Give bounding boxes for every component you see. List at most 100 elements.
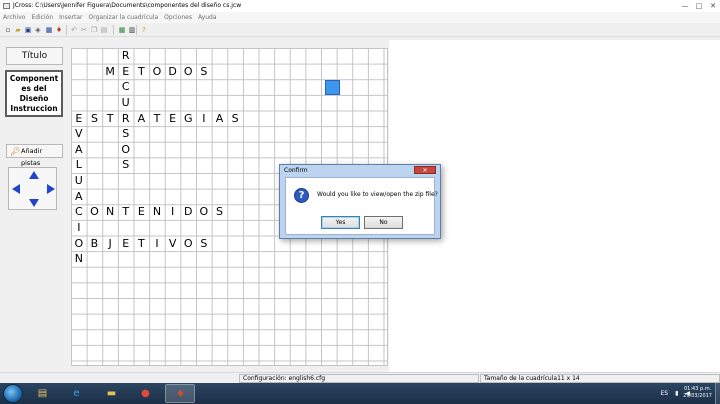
- grid-letter[interactable]: C: [71, 204, 87, 220]
- hot-potatoes-icon[interactable]: ♦: [55, 26, 63, 34]
- export-html-icon[interactable]: ◈: [34, 26, 42, 34]
- grid-letter[interactable]: N: [102, 204, 118, 220]
- grid-letter[interactable]: T: [149, 111, 165, 127]
- menu-ayuda[interactable]: Ayuda: [198, 12, 217, 23]
- export-web-icon[interactable]: ▦: [45, 26, 53, 34]
- close-button[interactable]: ✕: [706, 0, 720, 12]
- grid-letter[interactable]: S: [118, 126, 134, 142]
- maximize-button[interactable]: □: [692, 0, 706, 12]
- menu-organizar[interactable]: Organizar la cuadrícula: [89, 12, 159, 23]
- copy-icon[interactable]: ❐: [90, 26, 98, 34]
- menu-edicion[interactable]: Edición: [31, 12, 53, 23]
- grid-letter[interactable]: A: [71, 142, 87, 158]
- grid-letter[interactable]: L: [71, 157, 87, 173]
- grid-letter[interactable]: E: [134, 204, 150, 220]
- title-bar[interactable]: JCross: C:\Users\Jennifer Figuera\Docume…: [0, 0, 720, 12]
- arrow-down-icon[interactable]: [29, 199, 39, 207]
- start-button[interactable]: [3, 384, 23, 403]
- dialog-close-button[interactable]: ✕: [414, 166, 436, 174]
- paste-icon[interactable]: ▤: [100, 26, 108, 34]
- grid-letter[interactable]: I: [149, 236, 165, 252]
- grid-letter[interactable]: T: [102, 111, 118, 127]
- arrow-left-icon[interactable]: [12, 184, 20, 194]
- grid-letter[interactable]: U: [118, 95, 134, 111]
- grid-maker-icon[interactable]: ▦: [118, 26, 126, 34]
- show-desktop-button[interactable]: [715, 383, 720, 404]
- grid-letter[interactable]: A: [134, 111, 150, 127]
- clock[interactable]: 01:43 p.m. 29/03/2017: [683, 386, 712, 400]
- add-clues-button[interactable]: 🔑︎ Añadir pistas: [6, 144, 63, 167]
- grid-letter[interactable]: S: [196, 236, 212, 252]
- arrow-right-icon[interactable]: [47, 184, 55, 194]
- yes-button[interactable]: Yes: [321, 216, 360, 229]
- grid-letter[interactable]: O: [180, 236, 196, 252]
- grid-letter[interactable]: E: [118, 236, 134, 252]
- minimize-button[interactable]: —: [678, 0, 692, 12]
- menu-archivo[interactable]: Archivo: [3, 12, 25, 23]
- grid-letter[interactable]: V: [71, 126, 87, 142]
- grid-letter[interactable]: S: [118, 157, 134, 173]
- taskbar-item[interactable]: e: [62, 384, 92, 403]
- new-file-icon[interactable]: ▫: [4, 26, 12, 34]
- grid-letter[interactable]: N: [149, 204, 165, 220]
- grid-letter[interactable]: O: [149, 64, 165, 80]
- grid-letter[interactable]: S: [227, 111, 243, 127]
- grid-letter[interactable]: I: [196, 111, 212, 127]
- grid-letter[interactable]: O: [118, 142, 134, 158]
- taskbar-item[interactable]: ▤: [28, 384, 58, 403]
- hot-potatoes-app-icon: ♦: [176, 389, 185, 400]
- grid-letter[interactable]: A: [71, 189, 87, 205]
- grid-letter[interactable]: S: [212, 204, 228, 220]
- grid-letter[interactable]: T: [134, 64, 150, 80]
- add-clues-label: Añadir pistas: [21, 147, 43, 167]
- grid-letter[interactable]: S: [87, 111, 103, 127]
- grid-letter[interactable]: E: [118, 64, 134, 80]
- clock-date: 29/03/2017: [683, 393, 712, 399]
- grid-letter[interactable]: I: [71, 220, 87, 236]
- arrow-up-icon[interactable]: [29, 171, 39, 179]
- grid-letter[interactable]: I: [165, 204, 181, 220]
- window-controls: — □ ✕: [678, 0, 720, 12]
- grid-letter[interactable]: T: [134, 236, 150, 252]
- grid-letter[interactable]: R: [118, 48, 134, 64]
- taskbar-item[interactable]: ●: [131, 384, 161, 403]
- grid-letter[interactable]: D: [165, 64, 181, 80]
- taskbar-item[interactable]: ♦: [165, 384, 195, 403]
- grid-letter[interactable]: M: [102, 64, 118, 80]
- grid-letter[interactable]: U: [71, 173, 87, 189]
- grid-letter[interactable]: J: [102, 236, 118, 252]
- dialog-body: ? Would you like to view/open the zip fi…: [285, 177, 438, 235]
- taskbar-item[interactable]: ▬: [97, 384, 127, 403]
- menu-insertar[interactable]: Insertar: [59, 12, 82, 23]
- grid-letter[interactable]: T: [118, 204, 134, 220]
- grid-letter[interactable]: O: [87, 204, 103, 220]
- grid-letter[interactable]: V: [165, 236, 181, 252]
- grid-letter[interactable]: S: [196, 64, 212, 80]
- save-icon[interactable]: ▣: [24, 26, 32, 34]
- title-button[interactable]: Título: [6, 47, 63, 65]
- toolbar: ▫ ▰ ▣ ◈ ▦ ♦ ↶ ✂ ❐ ▤ ▦ ▥?: [0, 23, 720, 37]
- no-button[interactable]: No: [364, 216, 403, 229]
- help-icon[interactable]: ?: [140, 26, 148, 34]
- grid-letter[interactable]: A: [212, 111, 228, 127]
- grid-letter[interactable]: E: [165, 111, 181, 127]
- undo-icon[interactable]: ↶: [70, 26, 78, 34]
- grid-letter[interactable]: O: [196, 204, 212, 220]
- menu-opciones[interactable]: Opciones: [164, 12, 192, 23]
- cut-icon[interactable]: ✂: [80, 26, 88, 34]
- language-indicator[interactable]: ES: [660, 390, 668, 397]
- print-icon[interactable]: ▥: [128, 26, 136, 34]
- grid-letter[interactable]: O: [180, 64, 196, 80]
- grid-letter[interactable]: R: [118, 111, 134, 127]
- grid-letter[interactable]: N: [71, 251, 87, 267]
- open-file-icon[interactable]: ▰: [14, 26, 22, 34]
- grid-letter[interactable]: C: [118, 79, 134, 95]
- network-icon[interactable]: ▮: [675, 390, 678, 397]
- grid-cursor: [325, 80, 340, 95]
- grid-letter[interactable]: D: [180, 204, 196, 220]
- grid-letter[interactable]: E: [71, 111, 87, 127]
- grid-letter[interactable]: G: [180, 111, 196, 127]
- grid-letter[interactable]: O: [71, 236, 87, 252]
- title-line: Diseño: [19, 94, 49, 103]
- grid-letter[interactable]: B: [87, 236, 103, 252]
